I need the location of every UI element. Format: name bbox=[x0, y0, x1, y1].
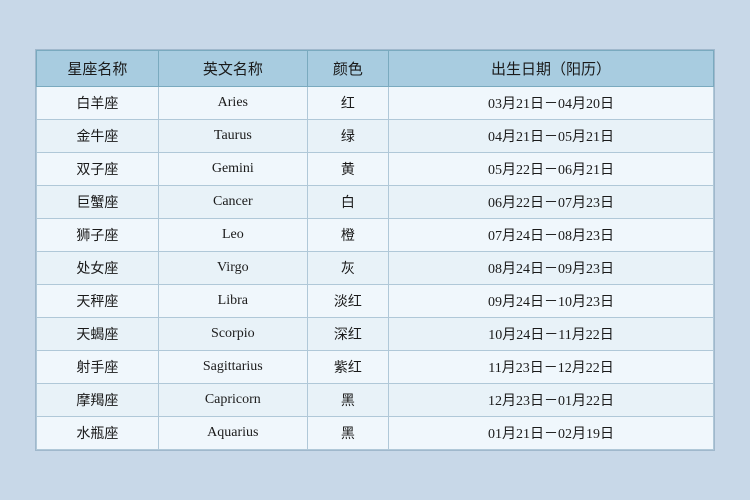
cell-en: Capricorn bbox=[158, 384, 307, 417]
header-date: 出生日期（阳历） bbox=[389, 51, 714, 87]
cell-zh: 双子座 bbox=[37, 153, 159, 186]
table-row: 摩羯座Capricorn黑12月23日－01月22日 bbox=[37, 384, 714, 417]
cell-color: 淡红 bbox=[307, 285, 388, 318]
cell-color: 黑 bbox=[307, 417, 388, 450]
table-row: 处女座Virgo灰08月24日－09月23日 bbox=[37, 252, 714, 285]
cell-color: 橙 bbox=[307, 219, 388, 252]
table-row: 天蝎座Scorpio深红10月24日－11月22日 bbox=[37, 318, 714, 351]
table-row: 金牛座Taurus绿04月21日－05月21日 bbox=[37, 120, 714, 153]
cell-en: Gemini bbox=[158, 153, 307, 186]
cell-zh: 金牛座 bbox=[37, 120, 159, 153]
cell-zh: 天秤座 bbox=[37, 285, 159, 318]
zodiac-table-container: 星座名称 英文名称 颜色 出生日期（阳历） 白羊座Aries红03月21日－04… bbox=[35, 49, 715, 451]
cell-date: 11月23日－12月22日 bbox=[389, 351, 714, 384]
table-body: 白羊座Aries红03月21日－04月20日金牛座Taurus绿04月21日－0… bbox=[37, 87, 714, 450]
table-header-row: 星座名称 英文名称 颜色 出生日期（阳历） bbox=[37, 51, 714, 87]
cell-date: 08月24日－09月23日 bbox=[389, 252, 714, 285]
cell-en: Sagittarius bbox=[158, 351, 307, 384]
cell-date: 05月22日－06月21日 bbox=[389, 153, 714, 186]
cell-en: Aquarius bbox=[158, 417, 307, 450]
cell-en: Libra bbox=[158, 285, 307, 318]
cell-zh: 摩羯座 bbox=[37, 384, 159, 417]
cell-date: 04月21日－05月21日 bbox=[389, 120, 714, 153]
cell-color: 紫红 bbox=[307, 351, 388, 384]
header-color: 颜色 bbox=[307, 51, 388, 87]
table-row: 射手座Sagittarius紫红11月23日－12月22日 bbox=[37, 351, 714, 384]
cell-color: 红 bbox=[307, 87, 388, 120]
cell-en: Cancer bbox=[158, 186, 307, 219]
zodiac-table: 星座名称 英文名称 颜色 出生日期（阳历） 白羊座Aries红03月21日－04… bbox=[36, 50, 714, 450]
cell-en: Virgo bbox=[158, 252, 307, 285]
cell-color: 灰 bbox=[307, 252, 388, 285]
table-row: 白羊座Aries红03月21日－04月20日 bbox=[37, 87, 714, 120]
table-row: 天秤座Libra淡红09月24日－10月23日 bbox=[37, 285, 714, 318]
cell-date: 06月22日－07月23日 bbox=[389, 186, 714, 219]
cell-color: 黑 bbox=[307, 384, 388, 417]
cell-zh: 狮子座 bbox=[37, 219, 159, 252]
cell-zh: 巨蟹座 bbox=[37, 186, 159, 219]
cell-color: 黄 bbox=[307, 153, 388, 186]
cell-color: 绿 bbox=[307, 120, 388, 153]
cell-date: 12月23日－01月22日 bbox=[389, 384, 714, 417]
cell-date: 07月24日－08月23日 bbox=[389, 219, 714, 252]
cell-en: Scorpio bbox=[158, 318, 307, 351]
cell-color: 深红 bbox=[307, 318, 388, 351]
table-row: 狮子座Leo橙07月24日－08月23日 bbox=[37, 219, 714, 252]
cell-date: 01月21日－02月19日 bbox=[389, 417, 714, 450]
cell-zh: 处女座 bbox=[37, 252, 159, 285]
table-row: 巨蟹座Cancer白06月22日－07月23日 bbox=[37, 186, 714, 219]
cell-en: Leo bbox=[158, 219, 307, 252]
cell-zh: 白羊座 bbox=[37, 87, 159, 120]
cell-date: 10月24日－11月22日 bbox=[389, 318, 714, 351]
cell-color: 白 bbox=[307, 186, 388, 219]
cell-date: 09月24日－10月23日 bbox=[389, 285, 714, 318]
header-zh: 星座名称 bbox=[37, 51, 159, 87]
cell-date: 03月21日－04月20日 bbox=[389, 87, 714, 120]
cell-en: Taurus bbox=[158, 120, 307, 153]
cell-en: Aries bbox=[158, 87, 307, 120]
cell-zh: 天蝎座 bbox=[37, 318, 159, 351]
header-en: 英文名称 bbox=[158, 51, 307, 87]
cell-zh: 水瓶座 bbox=[37, 417, 159, 450]
table-row: 水瓶座Aquarius黑01月21日－02月19日 bbox=[37, 417, 714, 450]
cell-zh: 射手座 bbox=[37, 351, 159, 384]
table-row: 双子座Gemini黄05月22日－06月21日 bbox=[37, 153, 714, 186]
